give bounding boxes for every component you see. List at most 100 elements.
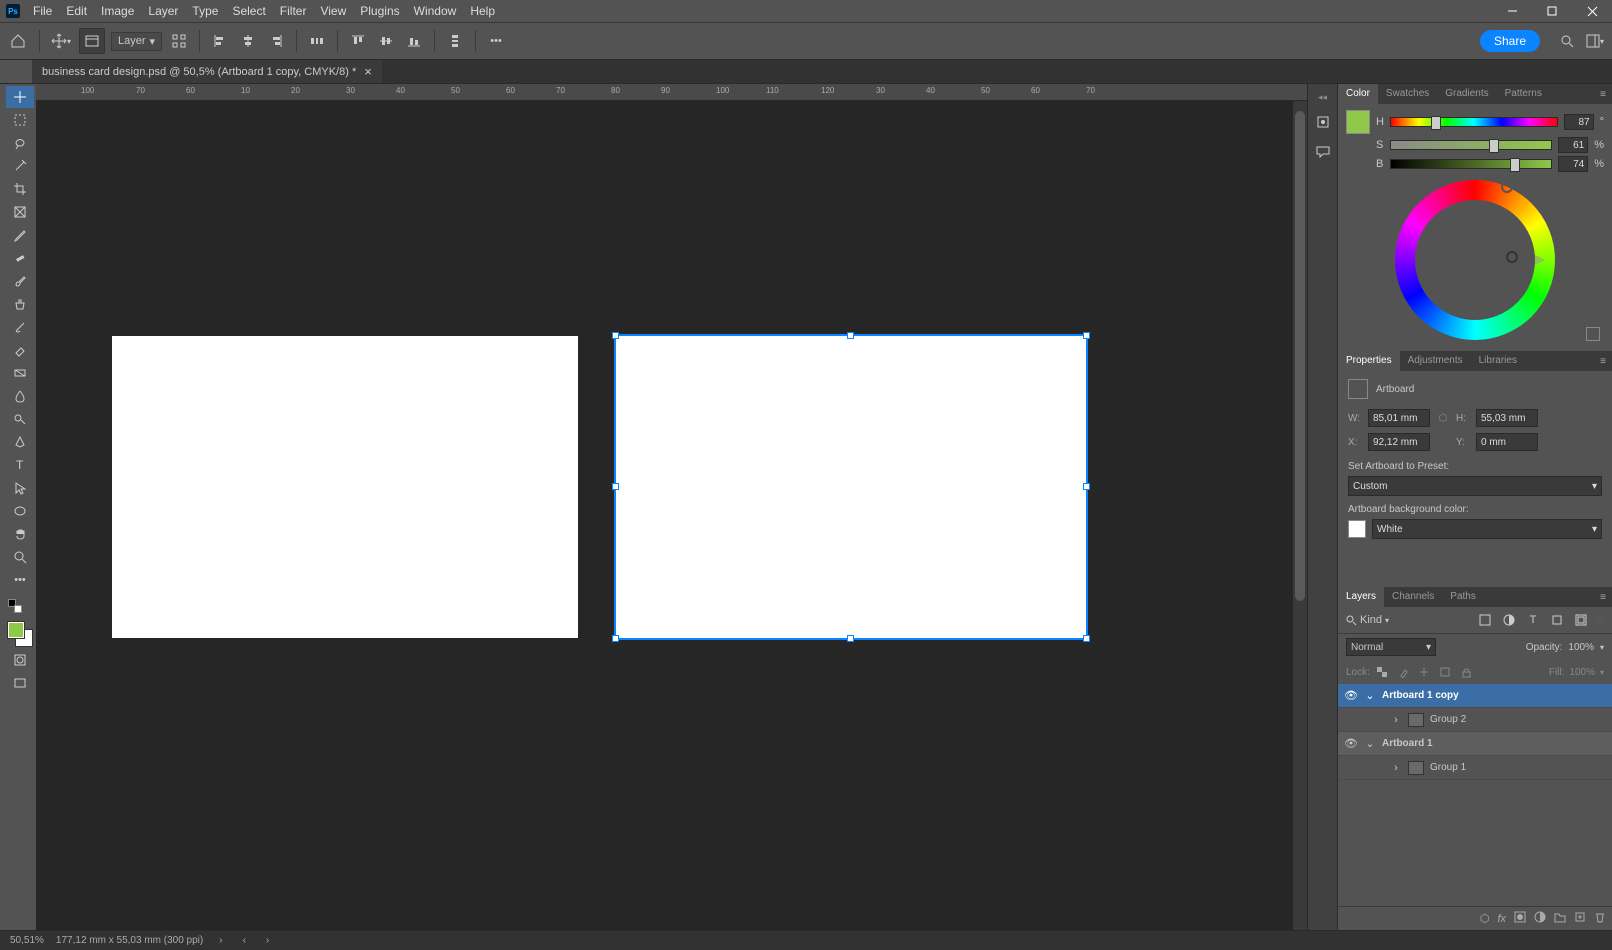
gradient-tool[interactable] xyxy=(6,362,34,384)
pen-tool[interactable] xyxy=(6,431,34,453)
close-button[interactable] xyxy=(1572,0,1612,22)
menu-edit[interactable]: Edit xyxy=(59,0,94,22)
y-input[interactable] xyxy=(1476,433,1538,451)
home-button[interactable] xyxy=(6,29,30,53)
saturation-slider[interactable] xyxy=(1390,140,1552,150)
menu-type[interactable]: Type xyxy=(185,0,225,22)
adjustment-layer-icon[interactable] xyxy=(1534,911,1546,926)
chevron-down-icon[interactable]: ⌄ xyxy=(1364,689,1376,702)
visibility-toggle-icon[interactable]: 👁 xyxy=(1344,689,1358,702)
horizontal-ruler[interactable]: 10070 6010 2030 4050 6070 8090 100110 12… xyxy=(36,84,1307,101)
resize-handle[interactable] xyxy=(1083,483,1090,490)
tab-paths[interactable]: Paths xyxy=(1442,587,1484,607)
align-bottom-icon[interactable] xyxy=(403,30,425,52)
sb-marker-icon[interactable] xyxy=(1506,251,1518,263)
expand-wheel-icon[interactable] xyxy=(1586,327,1600,341)
new-layer-icon[interactable] xyxy=(1574,911,1586,926)
blend-mode-select[interactable]: Normal▾ xyxy=(1346,638,1436,656)
lock-transparency-icon[interactable] xyxy=(1375,664,1391,680)
path-select-tool[interactable] xyxy=(6,477,34,499)
zoom-tool[interactable] xyxy=(6,546,34,568)
lock-all-icon[interactable] xyxy=(1459,664,1475,680)
healing-tool[interactable] xyxy=(6,247,34,269)
color-wheel[interactable] xyxy=(1346,175,1604,345)
doc-info[interactable]: 177,12 mm x 55,03 mm (300 ppi) xyxy=(56,935,203,946)
align-vcenter-icon[interactable] xyxy=(375,30,397,52)
layer-artboard-1-copy[interactable]: 👁 ⌄ Artboard 1 copy xyxy=(1338,684,1612,708)
hand-tool[interactable] xyxy=(6,523,34,545)
layer-artboard-1[interactable]: 👁 ⌄ Artboard 1 xyxy=(1338,732,1612,756)
lock-position-icon[interactable] xyxy=(1417,664,1433,680)
hue-input[interactable] xyxy=(1564,114,1594,130)
eraser-tool[interactable] xyxy=(6,339,34,361)
panel-menu-icon[interactable]: ≡ xyxy=(1594,89,1612,100)
preset-select[interactable]: Custom▾ xyxy=(1348,476,1602,496)
align-hcenter-icon[interactable] xyxy=(237,30,259,52)
artboard-1-copy[interactable] xyxy=(616,336,1086,638)
brightness-slider[interactable] xyxy=(1390,159,1552,169)
height-input[interactable] xyxy=(1476,409,1538,427)
color-preview[interactable] xyxy=(1346,110,1370,134)
brightness-input[interactable] xyxy=(1558,156,1588,172)
close-tab-icon[interactable]: × xyxy=(364,64,372,79)
eyedropper-tool[interactable] xyxy=(6,224,34,246)
resize-handle[interactable] xyxy=(847,635,854,642)
quickmask-icon[interactable] xyxy=(6,649,34,671)
distribute-h-icon[interactable] xyxy=(306,30,328,52)
layer-mask-icon[interactable] xyxy=(1514,911,1526,926)
transform-controls-toggle[interactable] xyxy=(168,30,190,52)
panel-menu-icon[interactable]: ≡ xyxy=(1594,592,1612,603)
tab-layers[interactable]: Layers xyxy=(1338,587,1384,607)
layer-filter-kind[interactable]: Kind ▾ xyxy=(1346,614,1389,626)
filter-smart-icon[interactable] xyxy=(1572,611,1590,629)
filter-pixel-icon[interactable] xyxy=(1476,611,1494,629)
workspace-button[interactable]: ▾ xyxy=(1584,30,1606,52)
resize-handle[interactable] xyxy=(1083,635,1090,642)
panel-menu-icon[interactable]: ≡ xyxy=(1594,356,1612,367)
tab-gradients[interactable]: Gradients xyxy=(1437,84,1496,104)
history-brush-tool[interactable] xyxy=(6,316,34,338)
menu-file[interactable]: File xyxy=(26,0,59,22)
tab-swatches[interactable]: Swatches xyxy=(1378,84,1437,104)
hue-slider[interactable] xyxy=(1390,117,1558,127)
magic-wand-tool[interactable] xyxy=(6,155,34,177)
edit-toolbar-icon[interactable]: ••• xyxy=(6,569,34,591)
filter-toggle[interactable] xyxy=(1596,613,1604,627)
resize-handle[interactable] xyxy=(1083,332,1090,339)
width-input[interactable] xyxy=(1368,409,1430,427)
filter-adjust-icon[interactable] xyxy=(1500,611,1518,629)
status-scroll-left-icon[interactable]: ‹ xyxy=(239,935,250,946)
filter-type-icon[interactable]: T xyxy=(1524,611,1542,629)
distribute-v-icon[interactable] xyxy=(444,30,466,52)
resize-handle[interactable] xyxy=(847,332,854,339)
bgcolor-select[interactable]: White▾ xyxy=(1372,519,1602,539)
lasso-tool[interactable] xyxy=(6,132,34,154)
brush-tool[interactable] xyxy=(6,270,34,292)
frame-tool[interactable] xyxy=(6,201,34,223)
menu-image[interactable]: Image xyxy=(94,0,141,22)
menu-plugins[interactable]: Plugins xyxy=(353,0,406,22)
tab-channels[interactable]: Channels xyxy=(1384,587,1442,607)
marquee-tool[interactable] xyxy=(6,109,34,131)
fill-value[interactable]: 100% xyxy=(1569,667,1595,678)
dodge-tool[interactable] xyxy=(6,408,34,430)
filter-shape-icon[interactable] xyxy=(1548,611,1566,629)
hue-marker-icon[interactable] xyxy=(1501,181,1513,193)
shape-tool[interactable] xyxy=(6,500,34,522)
tab-patterns[interactable]: Patterns xyxy=(1497,84,1550,104)
maximize-button[interactable] xyxy=(1532,0,1572,22)
align-left-icon[interactable] xyxy=(209,30,231,52)
menu-window[interactable]: Window xyxy=(407,0,464,22)
default-colors-icon[interactable] xyxy=(8,599,32,613)
opacity-value[interactable]: 100% xyxy=(1568,642,1594,653)
layer-group-1[interactable]: › Group 1 xyxy=(1338,756,1612,780)
link-layers-icon[interactable]: ⬡ xyxy=(1480,912,1490,925)
tab-libraries[interactable]: Libraries xyxy=(1471,351,1525,371)
menu-filter[interactable]: Filter xyxy=(273,0,314,22)
chevron-right-icon[interactable]: › xyxy=(1390,714,1402,726)
type-tool[interactable]: T xyxy=(6,454,34,476)
visibility-toggle-icon[interactable]: 👁 xyxy=(1344,737,1358,750)
minimize-button[interactable] xyxy=(1492,0,1532,22)
vertical-scrollbar[interactable] xyxy=(1293,101,1307,930)
color-swatches-icon[interactable] xyxy=(6,620,34,648)
